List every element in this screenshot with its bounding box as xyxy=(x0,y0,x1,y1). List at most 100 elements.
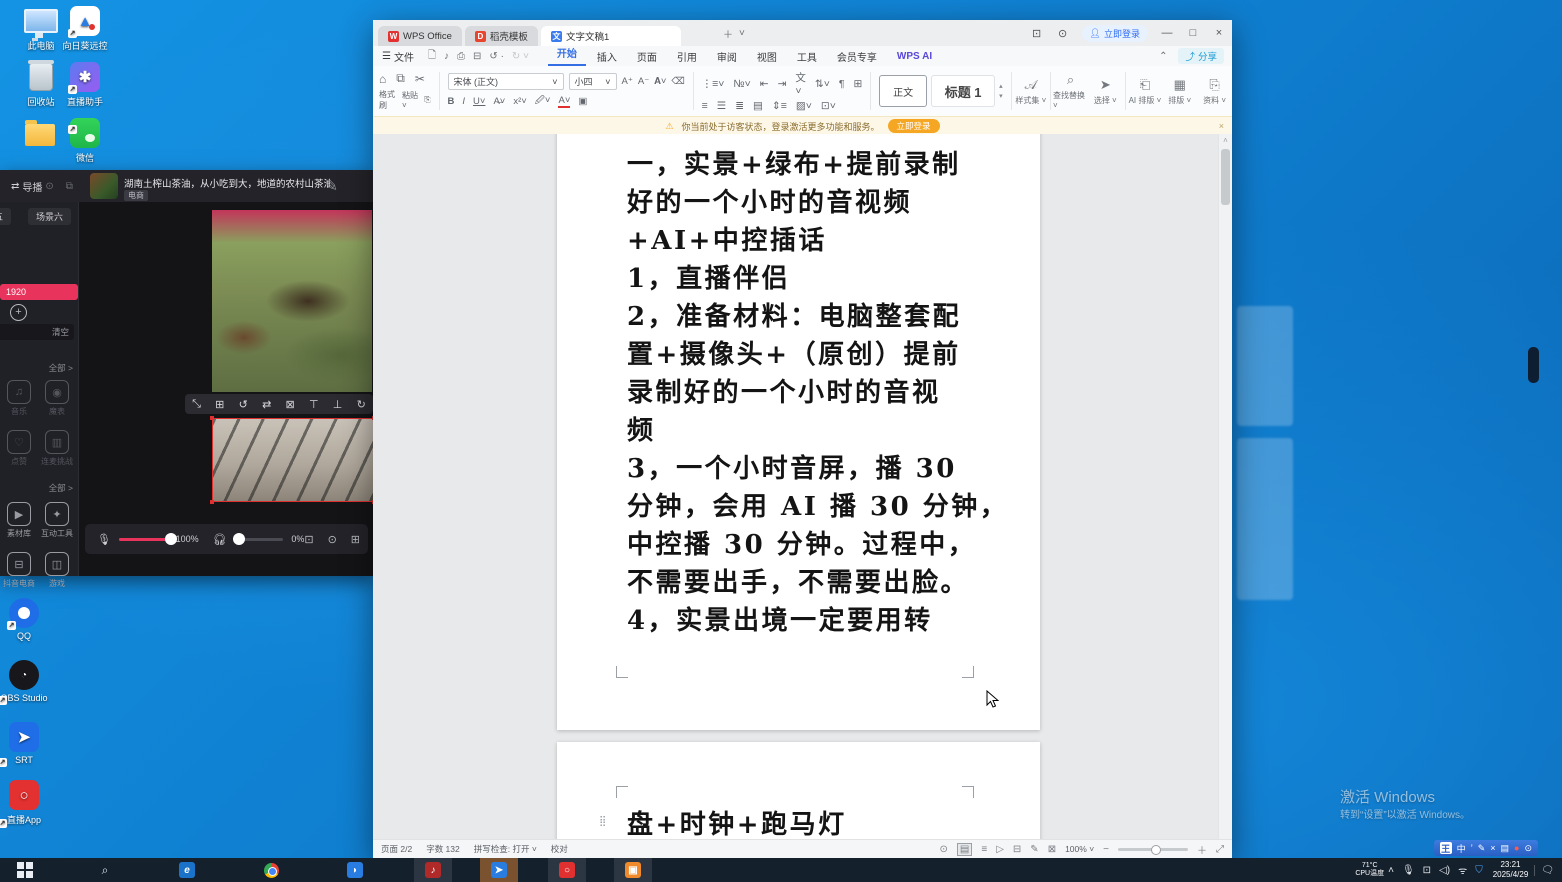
login-chip[interactable]: 👤︎立即登录 xyxy=(1082,25,1148,42)
ime-settings-icon[interactable]: ⊙ xyxy=(1524,843,1532,854)
close-button[interactable]: × xyxy=(1206,23,1232,43)
status-words[interactable]: 字数 132 xyxy=(426,843,460,855)
font-color-button[interactable]: A˅ xyxy=(558,95,570,108)
scene-tab-5[interactable]: 五 xyxy=(0,208,11,225)
flip-icon[interactable]: ⇄ xyxy=(262,398,271,411)
menu-tab-tools[interactable]: 工具 xyxy=(788,49,826,64)
cpu-temp-widget[interactable]: 71°C CPU温度 xyxy=(1355,862,1384,879)
shrink-font-icon[interactable]: A⁻ xyxy=(638,76,649,87)
undo-icon[interactable]: ↺ · xyxy=(486,51,507,62)
read-mode-icon[interactable]: ▷ xyxy=(996,844,1004,855)
align-left-icon[interactable]: ≡ xyxy=(702,100,708,112)
view-page-icon[interactable]: ▤ xyxy=(957,843,972,856)
numbering-icon[interactable]: №˅ xyxy=(733,78,750,90)
scene-video-camera-selected[interactable] xyxy=(212,418,374,502)
taskbar-search-button[interactable]: ⌕ xyxy=(86,858,124,882)
layout-mode-icon[interactable]: ⊡ xyxy=(1024,23,1050,43)
tray-expand-icon[interactable]: ˄ xyxy=(1384,865,1398,876)
tool-magic[interactable]: ◉魔表 xyxy=(40,380,74,417)
monitor-volume-slider[interactable] xyxy=(235,538,284,541)
styles-down-icon[interactable]: ▾ xyxy=(999,92,1003,100)
maximize-button[interactable]: □ xyxy=(1180,23,1206,43)
tool-pk[interactable]: ▥连麦挑战 xyxy=(40,430,74,467)
scroll-up-icon[interactable]: ˄ xyxy=(1219,136,1232,145)
view-outline-icon[interactable]: ≡ xyxy=(981,844,987,855)
justify-icon[interactable]: ▤ xyxy=(753,100,763,112)
bullets-icon[interactable]: ⋮≡˅ xyxy=(702,78,725,90)
headphone-icon[interactable]: 🎧︎ xyxy=(213,533,227,546)
tool-ecommerce[interactable]: ⊟抖音电商 xyxy=(2,552,36,589)
status-proof[interactable]: 校对 xyxy=(551,843,568,855)
menu-tab-review[interactable]: 审阅 xyxy=(708,49,746,64)
desktop-icon-remote-app[interactable]: ▲ 向日葵远控 xyxy=(48,6,122,52)
grow-font-icon[interactable]: A⁺ xyxy=(622,76,633,87)
collapse-ribbon-icon[interactable]: ⌃ xyxy=(1156,51,1170,62)
edge-panel-handle[interactable] xyxy=(1528,347,1539,383)
tool-like[interactable]: ♡点赞 xyxy=(2,430,36,467)
taskbar-live-companion-active[interactable]: ➤ xyxy=(480,858,518,882)
view-web-icon[interactable]: ⊟ xyxy=(1013,844,1021,855)
tray-security-icon[interactable]: ⛉ xyxy=(1471,865,1487,876)
cut-icon[interactable]: ✂ xyxy=(415,72,425,86)
clear-row[interactable]: 清空 xyxy=(0,324,74,340)
typeset-tool[interactable]: ▦ 排版 ˅ xyxy=(1162,66,1197,116)
tool-music[interactable]: ♫音乐 xyxy=(2,380,36,417)
shading-icon[interactable]: ▨˅ xyxy=(796,100,812,112)
music-note-icon[interactable]: ♪ xyxy=(441,51,452,62)
cover-thumbnail[interactable] xyxy=(90,173,118,199)
superscript-button[interactable]: x²˅ xyxy=(513,96,526,107)
tool-interactive[interactable]: ✦互动工具 xyxy=(40,502,74,539)
align-top-icon[interactable]: ⊤ xyxy=(309,398,319,411)
clear-format-icon[interactable]: ⌫ xyxy=(671,76,684,87)
font-size-select[interactable]: 小四˅ xyxy=(569,73,617,90)
tool-media-library[interactable]: ▶素材库 xyxy=(2,502,36,539)
mic-volume-slider[interactable] xyxy=(119,538,168,541)
section-all-link-2[interactable]: 全部 > xyxy=(49,482,73,494)
highlight-button[interactable]: 🖉˅ xyxy=(535,93,551,109)
paste-button[interactable]: 粘贴 ˅ xyxy=(402,90,418,110)
font-name-select[interactable]: 宋体 (正文)˅ xyxy=(448,73,564,90)
fullscreen-icon[interactable]: ⊞ xyxy=(215,398,224,411)
new-tab-button[interactable]: ＋ xyxy=(720,26,736,41)
crop-icon[interactable]: ⊠ xyxy=(286,398,295,411)
ime-toolbar[interactable]: 王 中 ’ ✎ × ▤ ● ⊙ xyxy=(1434,840,1538,856)
edit-title-icon[interactable]: ✎ xyxy=(325,176,338,196)
page-1[interactable]: 一，实景+绿布+提前录制 好的一个小时的音视频 +AI+中控插话 1，直播伴侣 … xyxy=(557,134,1040,730)
paste-icon[interactable]: ⌂ xyxy=(379,72,386,86)
selection-handle[interactable] xyxy=(210,500,214,504)
record-icon[interactable]: ⊙ xyxy=(328,533,337,546)
print-preview-icon[interactable]: ⊟ xyxy=(470,51,484,62)
ai-typeset-tool[interactable]: ⎗ AI 排版 ˅ xyxy=(1128,66,1163,116)
page-2[interactable]: ⣿ 盘+时钟+跑马灯 xyxy=(557,742,1040,840)
desktop-icon-live-app[interactable]: ○ 直播App xyxy=(0,780,48,826)
clear-button[interactable]: 清空 xyxy=(52,326,69,338)
char-shading-icon[interactable]: ▣ xyxy=(578,96,587,107)
ime-punct-icon[interactable]: ’ xyxy=(1471,843,1473,853)
selection-handle[interactable] xyxy=(210,416,214,420)
tray-display-icon[interactable]: ⊡ xyxy=(1419,865,1435,876)
banner-close-icon[interactable]: × xyxy=(1219,121,1224,131)
tab-docer[interactable]: D 稻壳模板 xyxy=(465,26,538,46)
scene-video-nature[interactable] xyxy=(212,210,372,392)
resolution-button[interactable]: 1920 xyxy=(0,284,78,300)
sort-icon[interactable]: ⇅˅ xyxy=(815,78,830,90)
new-doc-icon[interactable]: 🗋 xyxy=(425,48,439,65)
switch-icon[interactable]: ⇄ xyxy=(8,181,22,192)
zoom-out-icon[interactable]: − xyxy=(1103,844,1109,855)
menu-tab-wps-ai[interactable]: WPS AI xyxy=(888,51,941,62)
clipboard-icon[interactable]: ⎘ xyxy=(424,95,430,105)
document-area[interactable]: 一，实景+绿布+提前录制 好的一个小时的音视频 +AI+中控插话 1，直播伴侣 … xyxy=(373,134,1219,840)
align-right-icon[interactable]: ≣ xyxy=(735,100,744,112)
copy-icon[interactable]: ⧉ xyxy=(63,181,76,192)
zoom-value[interactable]: 100% ˅ xyxy=(1065,844,1094,854)
line-spacing-icon[interactable]: ⇕≡ xyxy=(772,100,787,112)
columns-icon[interactable]: ⊞ xyxy=(854,78,863,90)
strikethrough-button[interactable]: A̶˅ xyxy=(493,96,505,107)
select-tool[interactable]: ➤ 选择 ˅ xyxy=(1088,66,1123,116)
taskbar-chrome[interactable] xyxy=(252,858,290,882)
scene-tab-6[interactable]: 场景六 xyxy=(28,208,71,225)
skin-icon[interactable]: ⊙ xyxy=(1050,23,1076,43)
desktop-icon-srt[interactable]: ➤ SRT xyxy=(0,722,48,765)
show-marks-icon[interactable]: ¶ xyxy=(839,78,845,90)
ime-pen-icon[interactable]: ✎ xyxy=(1478,843,1486,854)
